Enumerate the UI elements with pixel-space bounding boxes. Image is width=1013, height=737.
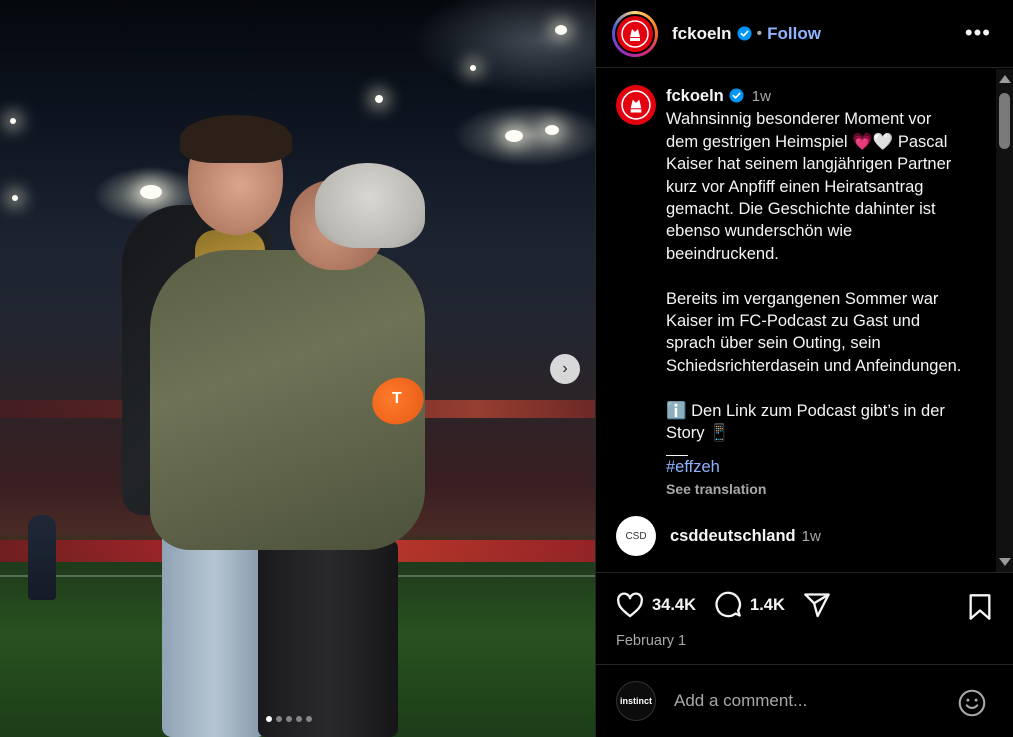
carousel-dot <box>286 716 292 722</box>
comment-icon <box>715 591 742 618</box>
comment-count: 1.4K <box>750 595 785 614</box>
verified-icon <box>729 88 744 103</box>
carousel-indicator <box>266 716 312 722</box>
share-icon <box>804 593 830 618</box>
comment-button[interactable]: 1.4K <box>714 591 785 619</box>
carousel-dot <box>266 716 272 722</box>
username-link[interactable]: fckoeln <box>672 24 732 44</box>
scroll-down-arrow[interactable] <box>999 558 1011 566</box>
post-sidebar: fckoeln • Follow ••• fckoeln 1w Wahnsinni… <box>595 0 1013 737</box>
post-header: fckoeln • Follow ••• <box>596 0 1013 68</box>
bookmark-icon <box>969 594 991 620</box>
carousel-dot <box>306 716 312 722</box>
next-slide-button[interactable]: › <box>550 354 580 384</box>
carousel-dot <box>276 716 282 722</box>
like-count: 34.4K <box>652 595 697 614</box>
comment-username[interactable]: csddeutschland <box>670 527 796 546</box>
comment-time[interactable]: 1w <box>802 528 821 545</box>
comments-list[interactable]: fckoeln 1w Wahnsinnig besonderer Moment v… <box>596 69 996 572</box>
emoji-button[interactable] <box>958 689 986 722</box>
caption-username[interactable]: fckoeln <box>666 87 724 105</box>
hashtag-link[interactable]: #effzeh <box>666 456 966 478</box>
comment-item: CSD csddeutschland 1w <box>596 500 996 557</box>
post-date[interactable]: February 1 <box>596 619 1013 649</box>
post-actions: 34.4K 1.4K February 1 <box>596 572 1013 664</box>
carousel-dot <box>296 716 302 722</box>
club-crest-icon <box>621 19 649 48</box>
separator-dot: • <box>756 24 763 42</box>
share-button[interactable] <box>803 592 839 618</box>
caption-time[interactable]: 1w <box>752 88 771 105</box>
scrollbar[interactable] <box>996 69 1013 572</box>
avatar[interactable]: instinct <box>616 681 656 721</box>
post-photo[interactable]: T › <box>0 0 595 737</box>
heart-icon <box>617 592 643 618</box>
scrollbar-thumb[interactable] <box>999 93 1010 149</box>
like-button[interactable]: 34.4K <box>616 592 696 618</box>
avatar[interactable]: CSD <box>616 516 656 557</box>
avatar[interactable] <box>615 13 655 54</box>
emoji-icon <box>958 689 986 717</box>
caption-text: Wahnsinnig besonderer Moment vor dem ges… <box>666 110 962 443</box>
referee-figure <box>28 515 56 600</box>
scroll-up-arrow[interactable] <box>999 75 1011 83</box>
see-translation-link[interactable]: See translation <box>666 478 966 500</box>
verified-icon <box>737 26 752 41</box>
comment-input[interactable] <box>672 690 936 712</box>
add-comment-bar: instinct <box>596 664 1013 737</box>
caption: fckoeln 1w Wahnsinnig besonderer Moment v… <box>596 69 996 500</box>
chevron-right-icon: › <box>562 360 568 377</box>
more-icon[interactable]: ••• <box>965 20 991 46</box>
club-crest-icon <box>621 90 651 120</box>
follow-button[interactable]: Follow <box>767 24 821 44</box>
story-ring[interactable] <box>612 10 658 57</box>
avatar[interactable] <box>616 85 656 125</box>
save-button[interactable] <box>968 593 992 626</box>
